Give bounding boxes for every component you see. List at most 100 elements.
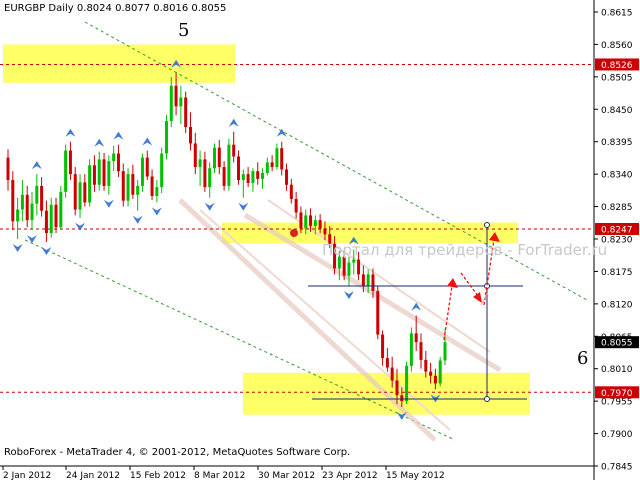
candle-body — [261, 172, 265, 179]
candle — [83, 174, 87, 207]
fractal-up-icon — [142, 137, 153, 146]
candle — [59, 185, 63, 231]
candle — [193, 132, 197, 175]
candle — [265, 157, 269, 176]
candle — [208, 162, 212, 198]
level-price-label: 0.8247 — [601, 225, 633, 235]
candle-body — [112, 153, 116, 162]
price-tick-label: 0.8560 — [601, 41, 633, 51]
candle-body — [136, 185, 140, 195]
candle-body — [361, 274, 365, 287]
forecast-arrow-2 — [460, 272, 479, 297]
candle-body — [160, 153, 164, 188]
candle-body — [409, 333, 413, 366]
candle-body — [352, 259, 356, 263]
price-tick-label: 0.8615 — [601, 9, 633, 19]
candle-body — [405, 365, 409, 402]
fractal-up-icon — [65, 128, 76, 137]
price-tick-label: 0.7845 — [601, 463, 633, 473]
price-tick-label: 0.8505 — [601, 73, 633, 83]
candle-body — [169, 85, 173, 122]
candle — [376, 286, 380, 340]
price-tick-label: 0.8175 — [601, 268, 633, 278]
candle-body — [16, 209, 20, 222]
symbol-label: EURGBP Daily — [4, 3, 74, 14]
candle-body — [203, 159, 207, 188]
candle — [25, 185, 29, 228]
candle-body — [357, 259, 361, 275]
candle-body — [131, 174, 135, 195]
candle-body — [318, 220, 322, 229]
chart-header: EURGBP Daily 0.8024 0.8077 0.8016 0.8055 — [4, 3, 226, 14]
copyright-text: RoboForex - MetaTrader 4, © 2001-2012, M… — [4, 447, 351, 458]
fractal-down-icon — [204, 202, 215, 211]
candle — [419, 333, 423, 369]
forecast-arrow-2-head — [473, 292, 482, 303]
candle-body — [140, 157, 144, 186]
candle — [121, 163, 125, 207]
fractal-down-icon — [151, 207, 162, 216]
time-tick-label: 15 May 2012 — [386, 471, 445, 480]
price-tick-label: 0.8395 — [601, 138, 633, 148]
candle — [198, 150, 202, 186]
candle-body — [116, 153, 120, 172]
fractal-down-icon — [132, 215, 143, 224]
candle — [169, 76, 173, 127]
candle-body — [179, 97, 183, 107]
price-tick-label: 0.8010 — [601, 365, 633, 375]
candle-body — [193, 143, 197, 168]
candle-body — [381, 334, 385, 359]
candle-body — [30, 203, 34, 221]
candle-body — [304, 215, 308, 229]
time-tick-label: 15 Feb 2012 — [130, 471, 186, 480]
candle — [222, 161, 226, 191]
candle-body — [88, 165, 92, 203]
candle — [381, 330, 385, 366]
candle-body — [188, 126, 192, 144]
candle — [102, 152, 106, 191]
time-tick-label: 24 Jan 2012 — [66, 471, 120, 480]
fractal-up-icon — [113, 131, 124, 140]
candle — [241, 169, 245, 198]
candle — [54, 197, 58, 234]
candle — [294, 191, 298, 219]
price-tick-label: 0.7955 — [601, 398, 633, 408]
candle — [232, 131, 236, 163]
candle-body — [227, 144, 231, 186]
candle — [78, 174, 82, 218]
candle — [20, 180, 24, 222]
candle — [256, 162, 260, 185]
candle-body — [68, 150, 72, 175]
candle-body — [102, 159, 106, 186]
last-price-label: 0.8055 — [601, 339, 633, 349]
price-tick-label: 0.8285 — [601, 203, 633, 213]
price-axis: 0.8615 0.8560 0.8505 0.8450 0.8395 0.8340 0.82… — [593, 0, 639, 480]
candle-body — [280, 148, 284, 170]
candle-body — [54, 204, 58, 228]
candle-body — [35, 185, 39, 204]
candle-body — [155, 187, 159, 196]
quote-values: 0.8024 0.8077 0.8016 0.8055 — [76, 3, 227, 14]
candle-body — [232, 144, 236, 157]
candle-body — [385, 358, 389, 368]
fractal-down-icon — [12, 244, 23, 252]
candle — [385, 348, 389, 372]
candle — [285, 163, 289, 191]
candle-body — [49, 204, 53, 234]
candle — [35, 174, 39, 216]
candle — [107, 155, 111, 195]
candle — [112, 145, 116, 172]
fractal-down-icon — [238, 202, 249, 211]
candle-body — [174, 85, 178, 107]
time-tick-label: 2 Jan 2012 — [3, 471, 51, 480]
fractal-down-icon — [103, 199, 114, 208]
price-tick-label: 0.8450 — [601, 106, 633, 116]
candle-body — [414, 333, 418, 343]
candle-body — [376, 290, 380, 335]
candle-body — [164, 121, 168, 154]
zone-band-1 — [3, 44, 235, 83]
candle — [49, 197, 53, 238]
candle-body — [419, 342, 423, 360]
candle-body — [313, 220, 317, 227]
candle — [40, 177, 44, 217]
